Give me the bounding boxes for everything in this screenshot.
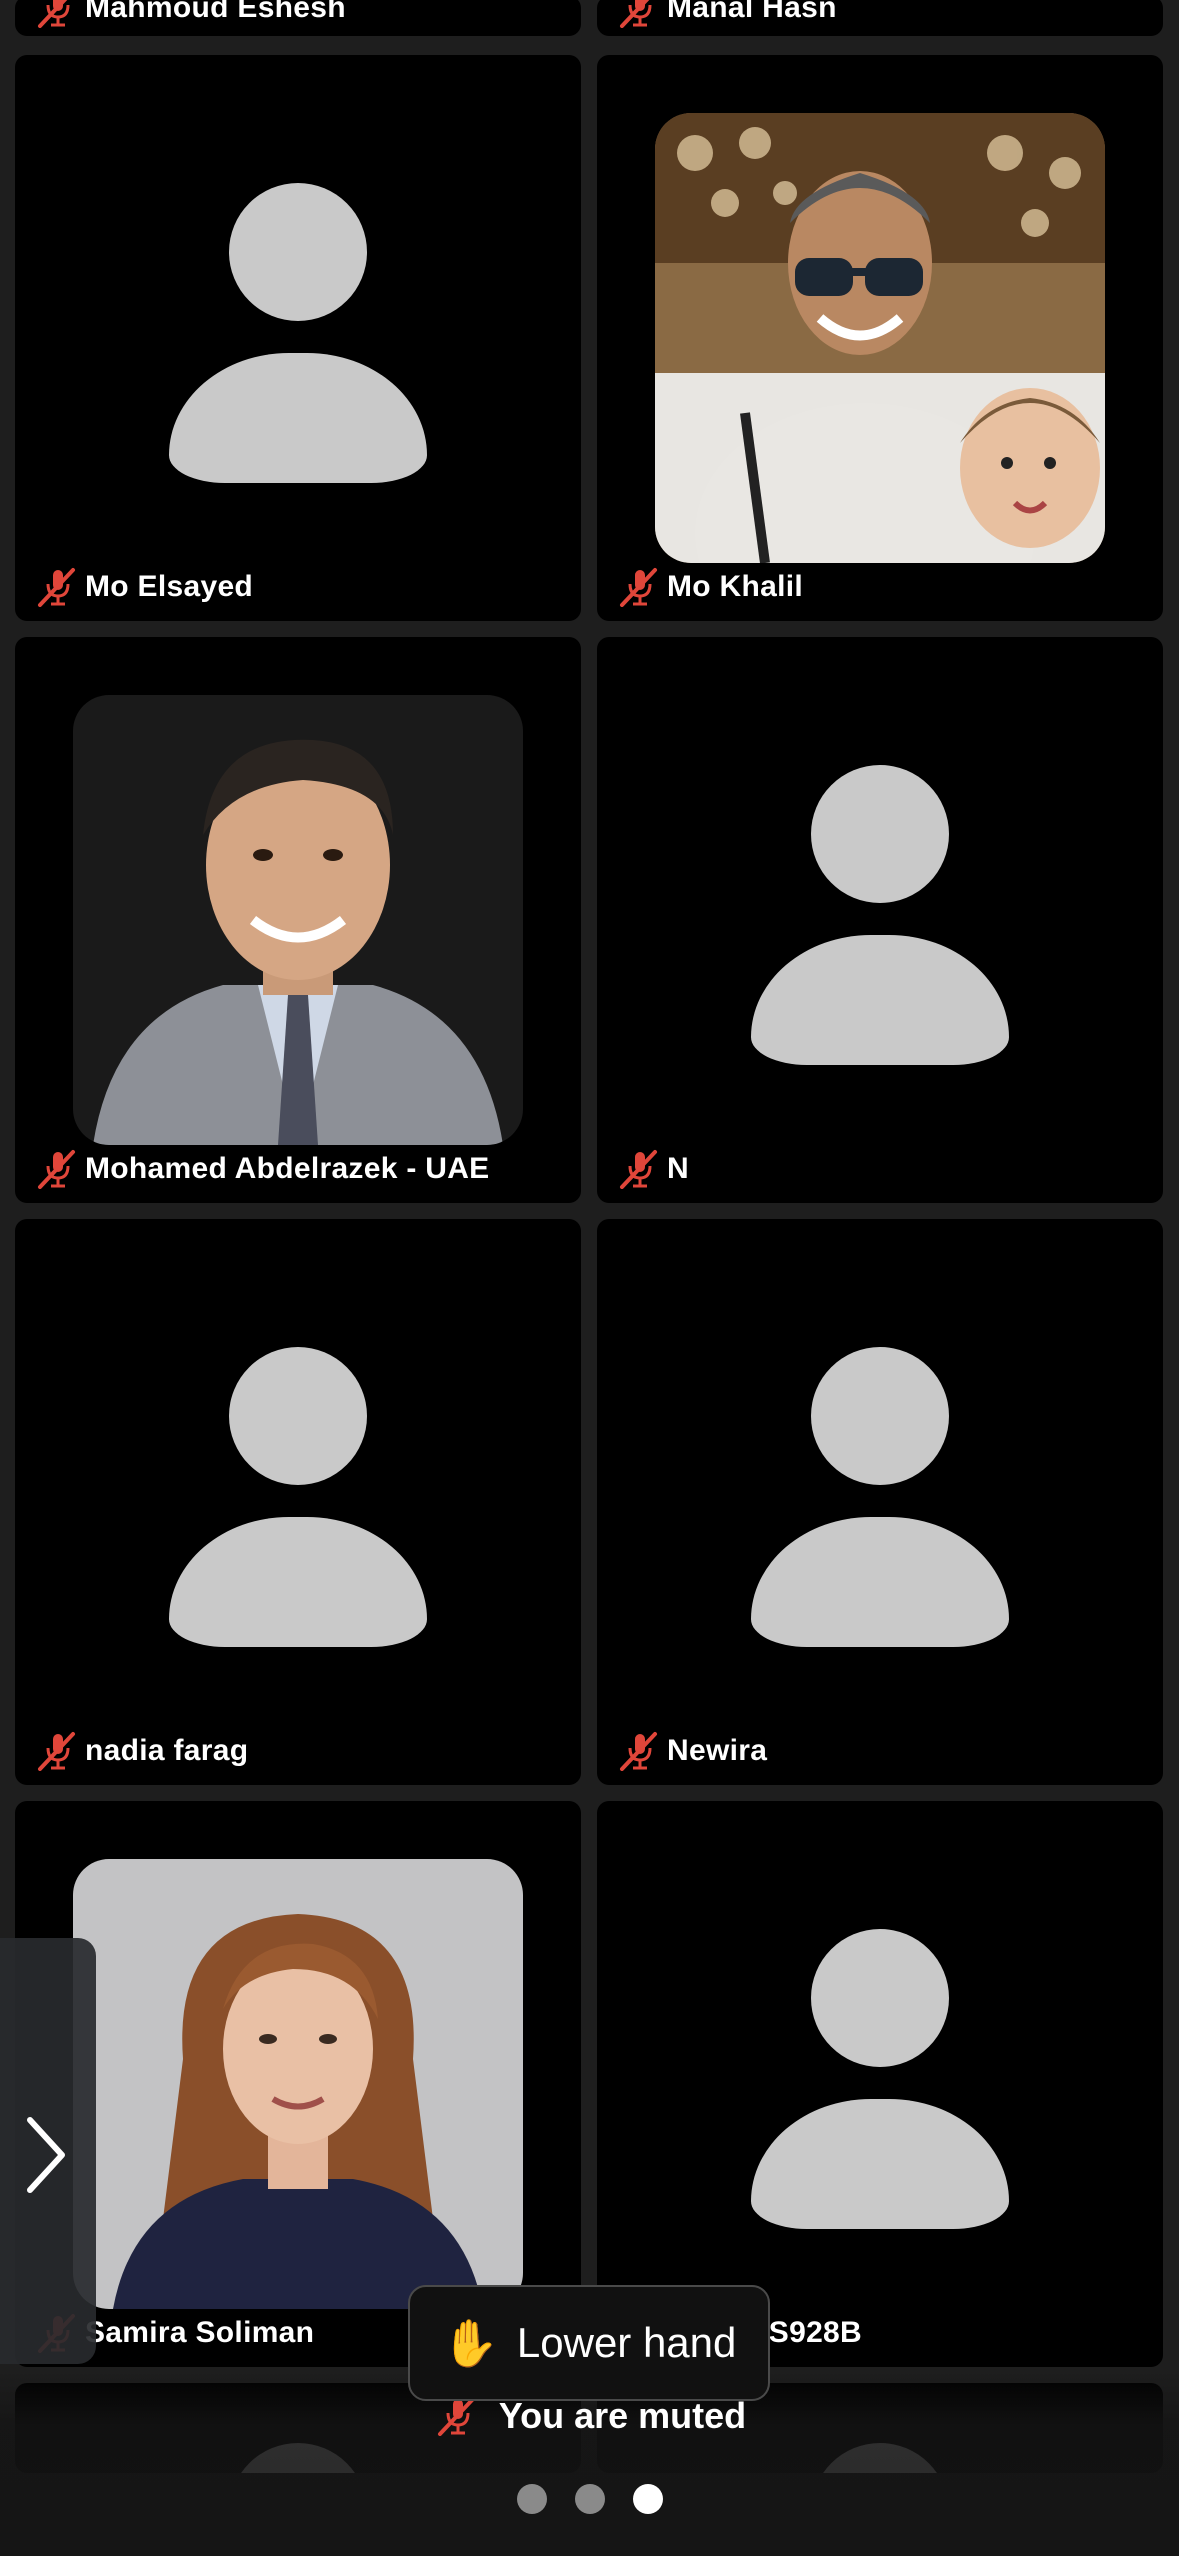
participant-tile[interactable]: Mahmoud Eshesh — [15, 0, 581, 36]
mic-muted-icon — [617, 1149, 661, 1189]
hand-icon: ✋ — [441, 2316, 499, 2369]
participant-name: N — [667, 1152, 689, 1185]
participant-name: Newira — [667, 1734, 768, 1767]
participant-name-row: nadia farag — [35, 1731, 248, 1771]
avatar-placeholder — [597, 1219, 1163, 1785]
participant-name-row: Manal Hasn — [617, 0, 837, 28]
avatar-photo — [655, 113, 1105, 563]
participant-tile[interactable]: Samira Soliman — [15, 1801, 581, 2367]
mic-muted-icon — [617, 0, 661, 28]
page-dot-active[interactable] — [632, 2484, 663, 2514]
lower-hand-label: Lower hand — [516, 2319, 737, 2366]
participant-tile[interactable]: ng SM-S928B — [597, 1801, 1163, 2367]
participant-name-row: Mo Khalil — [617, 567, 803, 607]
participant-name-row: Mohamed Abdelrazek - UAE — [35, 1149, 490, 1189]
muted-status-text: You are muted — [498, 2395, 747, 2436]
avatar-placeholder — [15, 1219, 581, 1785]
participant-tile[interactable]: Mo Khalil — [597, 55, 1163, 621]
chevron-right-icon — [27, 2117, 65, 2193]
participant-name: Mahmoud Eshesh — [85, 0, 346, 24]
avatar-photo — [73, 695, 523, 1145]
page-dot[interactable] — [516, 2484, 547, 2514]
page-dot[interactable] — [574, 2484, 605, 2514]
mic-muted-icon — [35, 1149, 79, 1189]
participant-tile[interactable]: Mohamed Abdelrazek - UAE — [15, 637, 581, 1203]
participant-name: Mohamed Abdelrazek - UAE — [85, 1152, 490, 1185]
next-page-handle[interactable] — [0, 1938, 96, 2364]
mic-muted-icon — [35, 0, 79, 28]
participant-name-row: Mo Elsayed — [35, 567, 253, 607]
lower-hand-button[interactable]: ✋ Lower hand — [408, 2285, 770, 2401]
mic-muted-icon — [433, 2396, 481, 2436]
participant-name: nadia farag — [85, 1734, 249, 1767]
participant-tile[interactable]: Newira — [597, 1219, 1163, 1785]
avatar-placeholder — [811, 2443, 949, 2473]
participant-name: Manal Hasn — [667, 0, 837, 24]
participant-name: Mo Elsayed — [85, 570, 254, 603]
participant-tile[interactable]: N — [597, 637, 1163, 1203]
mic-muted-icon — [617, 567, 661, 607]
participant-name-row: Newira — [617, 1731, 767, 1771]
participant-tile[interactable]: Manal Hasn — [597, 0, 1163, 36]
participant-name-row: N — [617, 1149, 689, 1189]
avatar-placeholder — [597, 1801, 1163, 2367]
pagination-dots — [0, 2484, 1179, 2514]
participant-name: Mo Khalil — [667, 570, 804, 603]
mic-muted-icon — [617, 1731, 661, 1771]
avatar-photo — [73, 1859, 523, 2309]
participant-name-row: Mahmoud Eshesh — [35, 0, 346, 28]
avatar-placeholder — [597, 637, 1163, 1203]
participant-tile[interactable]: nadia farag — [15, 1219, 581, 1785]
mic-muted-icon — [35, 1731, 79, 1771]
participant-tile[interactable]: Mo Elsayed — [15, 55, 581, 621]
mic-muted-icon — [35, 567, 79, 607]
avatar-placeholder — [15, 55, 581, 621]
avatar-placeholder — [229, 2443, 367, 2473]
participant-name: Samira Soliman — [85, 2316, 315, 2349]
